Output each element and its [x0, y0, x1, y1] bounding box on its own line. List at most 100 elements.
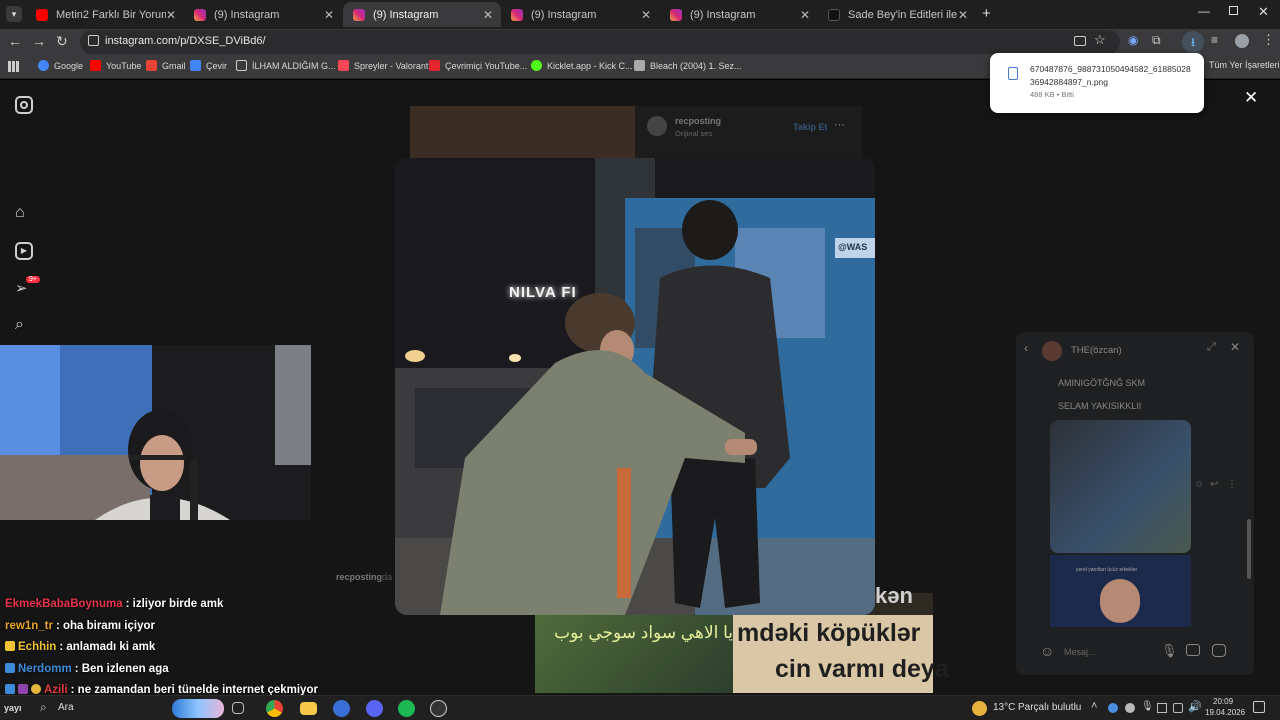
more-icon[interactable]: ⋯: [834, 118, 845, 131]
spotify-icon[interactable]: [398, 700, 415, 717]
weather-temp[interactable]: 13°C: [993, 702, 1015, 713]
tray-icon[interactable]: [1108, 703, 1118, 713]
more-icon[interactable]: ⋮: [1227, 479, 1237, 490]
emoji-react-icon[interactable]: ☺: [1194, 479, 1204, 490]
bookmark-youtube[interactable]: YouTube: [90, 60, 141, 71]
file-explorer-icon[interactable]: [300, 702, 317, 715]
tab-title: Sade Bey'in Editleri ile Evim Şah: [848, 8, 958, 21]
close-icon[interactable]: ✕: [641, 8, 651, 22]
install-icon[interactable]: [1074, 36, 1086, 46]
scrollbar[interactable]: [1247, 519, 1251, 579]
shared-reel-thumbnail[interactable]: yerel yanıtları ücüz erkekler: [1050, 555, 1191, 627]
sticker-icon[interactable]: [1212, 644, 1226, 657]
bookmark-valorant[interactable]: Spreyler - Valorant: [338, 60, 428, 71]
download-filename-1[interactable]: 670487876_988731050494582_61885028: [1030, 64, 1191, 74]
app-icon[interactable]: [333, 700, 350, 717]
tab-instagram-3[interactable]: (9) Instagram ✕: [501, 2, 659, 27]
bookmark-gmail[interactable]: Gmail: [146, 60, 186, 71]
taskbar-search[interactable]: Ara: [58, 702, 74, 713]
volume-icon[interactable]: 🔊: [1188, 700, 1202, 713]
follow-button[interactable]: Takip Et: [793, 122, 827, 132]
download-filename-2[interactable]: 36942884897_n.png: [1030, 77, 1108, 87]
new-tab-button[interactable]: +: [982, 5, 991, 22]
network-icon[interactable]: [1173, 703, 1183, 713]
address-bar[interactable]: instagram.com/p/DXSE_DViBd6/ ☆: [80, 30, 1120, 54]
close-window-button[interactable]: ✕: [1258, 4, 1269, 20]
tab-search-button[interactable]: ▾: [6, 6, 22, 22]
moderator-badge-icon: [5, 663, 15, 673]
instagram-icon: [194, 8, 206, 21]
webcam-scene: [0, 345, 311, 520]
tab-instagram-1[interactable]: (9) Instagram ✕: [184, 2, 342, 27]
close-icon[interactable]: ✕: [1230, 340, 1240, 354]
gem-badge-icon: [18, 684, 28, 694]
tab-tiktok[interactable]: Sade Bey'in Editleri ile Evim Şah ✕: [818, 2, 976, 27]
download-popup[interactable]: 670487876_988731050494582_61885028 36942…: [990, 53, 1204, 113]
close-icon[interactable]: ✕: [324, 8, 334, 22]
bookmark-kicklet[interactable]: Kicklet.app - Kick C...: [531, 60, 633, 71]
bookmark-star-icon[interactable]: ☆: [1094, 32, 1106, 48]
reply-icon[interactable]: ↩: [1210, 479, 1218, 490]
site-info-icon[interactable]: [88, 35, 99, 46]
chat-username: Nerdomm: [18, 663, 72, 675]
bookmark-label: Google: [54, 60, 84, 71]
close-icon[interactable]: ✕: [958, 8, 968, 22]
reels-icon[interactable]: ▶: [15, 242, 33, 260]
instagram-logo-icon[interactable]: [15, 96, 33, 114]
notifications-icon[interactable]: [1253, 701, 1265, 713]
apps-grid-icon[interactable]: [8, 61, 19, 72]
caption-user[interactable]: recposting: [336, 572, 382, 582]
forward-button[interactable]: →: [32, 33, 46, 49]
close-modal-button[interactable]: ✕: [1244, 88, 1258, 108]
microphone-icon[interactable]: 🎙: [1161, 643, 1178, 659]
all-bookmarks[interactable]: Tüm Yer İşaretleri: [1209, 60, 1280, 70]
url-text[interactable]: instagram.com/p/DXSE_DViBd6/: [105, 35, 266, 47]
dm-contact-name[interactable]: THE(özcan): [1071, 345, 1122, 356]
clock-date[interactable]: 19.04.2026: [1205, 708, 1245, 717]
restore-button[interactable]: [1229, 6, 1238, 15]
bookmark-bleach[interactable]: Bleach (2004) 1. Sez...: [634, 60, 742, 71]
extension-icon[interactable]: ◉: [1128, 33, 1138, 47]
tray-icon[interactable]: [1157, 703, 1167, 713]
bookmark-folder[interactable]: İLHAM ALDIĞIM G...: [236, 60, 336, 71]
close-icon[interactable]: ✕: [483, 8, 493, 22]
close-icon[interactable]: ✕: [800, 8, 810, 22]
tab-metin2[interactable]: Metin2 Farklı Bir Yorum "Hadi G ✕: [26, 2, 184, 27]
image-icon[interactable]: [1186, 644, 1200, 656]
obs-icon[interactable]: [430, 700, 447, 717]
search-icon[interactable]: ⌕: [15, 316, 33, 334]
bookmark-translate[interactable]: Çevir: [190, 60, 227, 71]
home-icon[interactable]: ⌂: [15, 204, 33, 222]
profile-avatar[interactable]: [1235, 34, 1249, 48]
enlarged-photo: NILVA FI @WAS: [395, 158, 875, 615]
chrome-icon[interactable]: [266, 700, 283, 717]
post-username[interactable]: recposting: [675, 116, 721, 126]
back-icon[interactable]: ‹: [1024, 341, 1028, 355]
task-view-icon[interactable]: [232, 702, 244, 714]
tray-icon[interactable]: [1125, 703, 1135, 713]
shared-photo-thumbnail[interactable]: [1050, 420, 1191, 553]
clock-time[interactable]: 20:09: [1213, 697, 1233, 706]
reload-button[interactable]: ↻: [56, 33, 68, 50]
download-icon[interactable]: ⭳: [1182, 31, 1204, 53]
back-button[interactable]: ←: [8, 33, 22, 49]
bookmark-label: Bleach (2004) 1. Sez...: [650, 60, 742, 71]
tab-instagram-4[interactable]: (9) Instagram ✕: [660, 2, 818, 27]
message-input[interactable]: Mesaj...: [1064, 647, 1096, 657]
discord-icon[interactable]: [366, 700, 383, 717]
emoji-icon[interactable]: ☺: [1040, 643, 1054, 659]
close-icon[interactable]: ✕: [166, 8, 176, 22]
tab-instagram-active[interactable]: (9) Instagram ✕: [343, 2, 501, 27]
menu-icon[interactable]: ⋮: [1262, 32, 1275, 48]
microphone-icon[interactable]: 🎙: [1141, 701, 1154, 712]
bookmark-google[interactable]: Google: [38, 60, 83, 71]
notification-badge: 9+: [26, 276, 40, 283]
bookmark-youtube-converter[interactable]: Çevrimiçi YouTube...: [429, 60, 527, 71]
expand-icon[interactable]: ⤢: [1207, 341, 1216, 354]
weather-desc[interactable]: Parçalı bulutlu: [1018, 702, 1081, 713]
minimize-button[interactable]: —: [1198, 4, 1210, 18]
puzzle-icon[interactable]: ⧉: [1152, 33, 1161, 48]
media-icon[interactable]: ≡: [1211, 33, 1218, 47]
search-icon[interactable]: ⌕: [40, 700, 47, 715]
chevron-up-icon[interactable]: ˄: [1091, 700, 1097, 712]
